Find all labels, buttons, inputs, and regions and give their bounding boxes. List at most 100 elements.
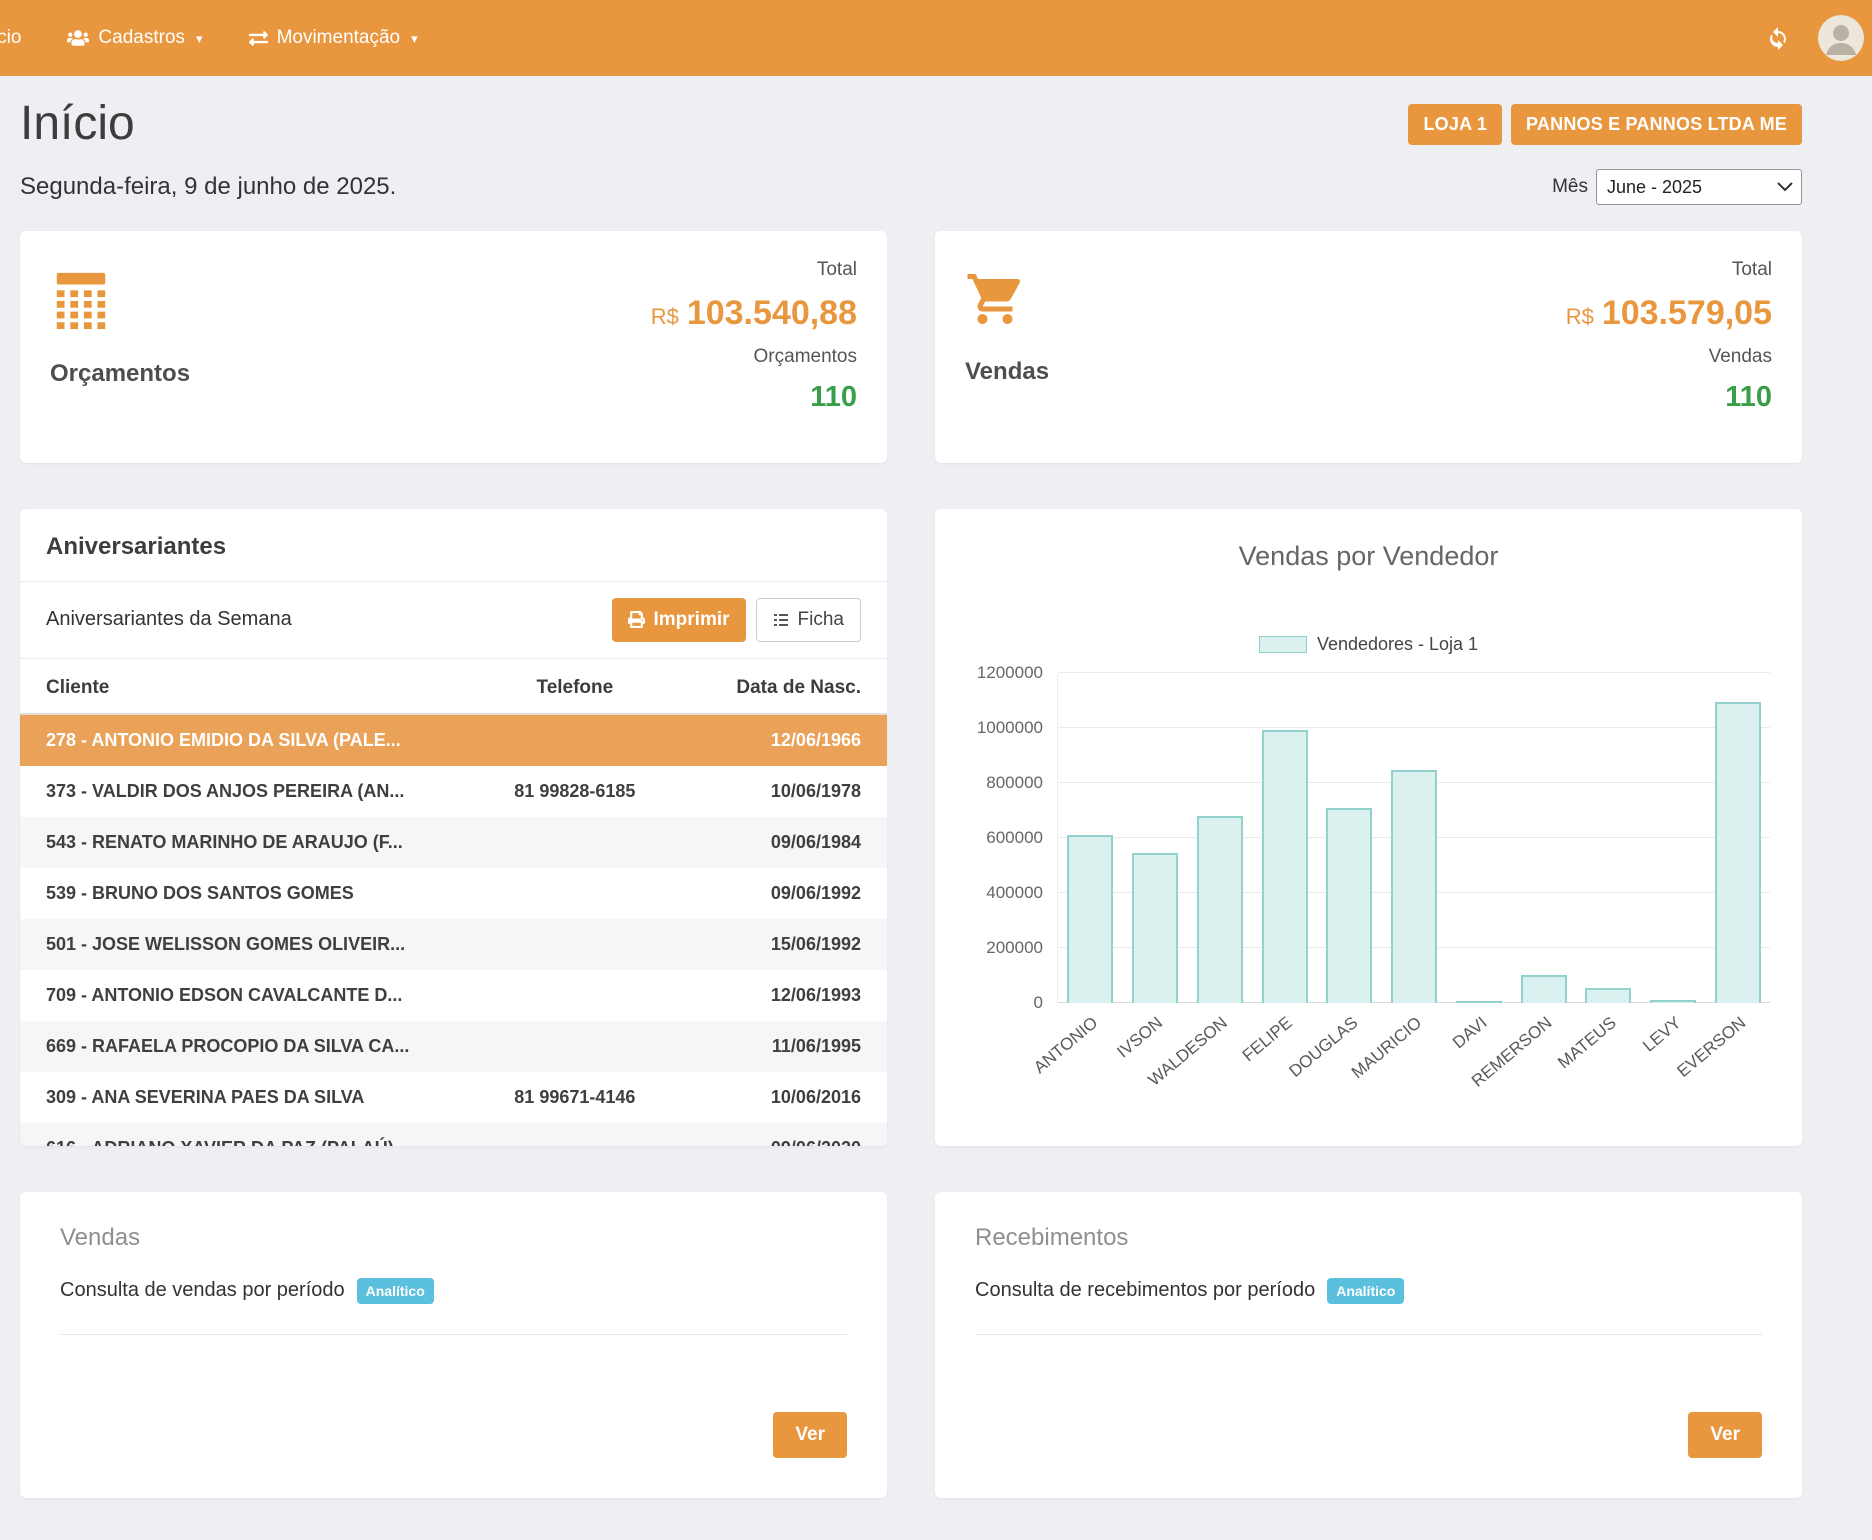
table-row[interactable]: 543 - RENATO MARINHO DE ARAUJO (F... 09/0… xyxy=(20,817,887,868)
view-sales-button[interactable]: Ver xyxy=(773,1412,847,1458)
birth-date-cell[interactable]: 09/06/1992 xyxy=(679,868,887,919)
nav-items: Início Cadastros ▾ Movimentação ▾ xyxy=(0,27,418,49)
calculator-icon xyxy=(50,269,190,336)
phone-cell[interactable] xyxy=(471,817,679,868)
caret-down-icon: ▾ xyxy=(411,32,418,45)
currency-symbol: R$ xyxy=(1566,304,1594,330)
bar-column-antonio xyxy=(1058,673,1123,1003)
phone-cell[interactable]: 81 99828-6185 xyxy=(471,766,679,817)
month-picker: Mês June - 2025 xyxy=(1552,169,1802,205)
budgets-total: R$ 103.540,88 xyxy=(651,294,857,333)
y-axis-tick: 400000 xyxy=(986,883,1043,903)
page-title: Início xyxy=(20,98,135,151)
client-cell[interactable]: 669 - RAFAELA PROCOPIO DA SILVA CA... xyxy=(20,1021,471,1072)
client-cell[interactable]: 501 - JOSE WELISSON GOMES OLIVEIR... xyxy=(20,919,471,970)
table-row[interactable]: 709 - ANTONIO EDSON CAVALCANTE D... 12/06… xyxy=(20,970,887,1021)
birth-date-cell[interactable]: 15/06/1992 xyxy=(679,919,887,970)
month-select-wrap: June - 2025 xyxy=(1596,169,1802,205)
print-button[interactable]: Imprimir xyxy=(612,598,746,642)
table-row[interactable]: 278 - ANTONIO EMIDIO DA SILVA (PALE... 12… xyxy=(20,714,887,766)
bar-column-waldeson xyxy=(1187,673,1252,1003)
birth-date-cell[interactable]: 12/06/1993 xyxy=(679,970,887,1021)
ficha-button[interactable]: Ficha xyxy=(756,598,861,642)
nav-item-label: Movimentação xyxy=(277,27,401,49)
budgets-title: Orçamentos xyxy=(50,360,190,388)
column-header-birth-date: Data de Nasc. xyxy=(679,659,887,714)
x-axis-label: LEVY xyxy=(1639,1013,1685,1056)
exchange-icon xyxy=(249,29,268,48)
birthdays-table: Cliente Telefone Data de Nasc. 278 - ANT… xyxy=(20,659,887,1146)
nav-item-inicio[interactable]: Início xyxy=(0,27,21,49)
birth-date-cell[interactable]: 09/06/1984 xyxy=(679,817,887,868)
bar xyxy=(1391,770,1437,1003)
bar xyxy=(1585,988,1631,1003)
phone-cell[interactable] xyxy=(471,970,679,1021)
company-button[interactable]: PANNOS E PANNOS LTDA ME xyxy=(1511,104,1802,145)
column-header-phone: Telefone xyxy=(471,659,679,714)
bar-column-douglas xyxy=(1317,673,1382,1003)
birthdays-title: Aniversariantes xyxy=(46,533,226,560)
bar xyxy=(1521,975,1567,1003)
birth-date-cell[interactable]: 10/06/1978 xyxy=(679,766,887,817)
table-row[interactable]: 616 - ADRIANO XAVIER DA PAZ (PALAÚ) 09/06… xyxy=(20,1123,887,1146)
birthdays-header: Aniversariantes xyxy=(20,509,887,582)
avatar[interactable] xyxy=(1818,15,1864,61)
view-receipts-button[interactable]: Ver xyxy=(1688,1412,1762,1458)
y-axis-tick: 0 xyxy=(1034,993,1043,1013)
birth-date-cell[interactable]: 09/06/2020 xyxy=(679,1123,887,1146)
store-button[interactable]: LOJA 1 xyxy=(1408,104,1502,145)
phone-cell[interactable] xyxy=(471,868,679,919)
sales-summary-card: Vendas Total R$ 103.579,05 Vendas 110 xyxy=(935,231,1802,463)
table-row[interactable]: 501 - JOSE WELISSON GOMES OLIVEIR... 15/0… xyxy=(20,919,887,970)
phone-cell[interactable] xyxy=(471,919,679,970)
birth-date-cell[interactable]: 12/06/1966 xyxy=(679,714,887,766)
receipts-report-description-row: Consulta de recebimentos por período Ana… xyxy=(975,1278,1762,1304)
client-cell[interactable]: 616 - ADRIANO XAVIER DA PAZ (PALAÚ) xyxy=(20,1123,471,1146)
printer-icon xyxy=(628,611,645,628)
table-row[interactable]: 373 - VALDIR DOS ANJOS PEREIRA (AN...81 … xyxy=(20,766,887,817)
client-cell[interactable]: 309 - ANA SEVERINA PAES DA SILVA xyxy=(20,1072,471,1123)
month-select[interactable]: June - 2025 xyxy=(1596,169,1802,205)
client-cell[interactable]: 373 - VALDIR DOS ANJOS PEREIRA (AN... xyxy=(20,766,471,817)
client-cell[interactable]: 539 - BRUNO DOS SANTOS GOMES xyxy=(20,868,471,919)
birthdays-card: Aniversariantes Aniversariantes da Seman… xyxy=(20,509,887,1146)
x-axis-label-cell: EVERSON xyxy=(1705,1003,1770,1115)
sales-report-description-row: Consulta de vendas por período Analítico xyxy=(60,1278,847,1304)
table-row[interactable]: 669 - RAFAELA PROCOPIO DA SILVA CA... 11/… xyxy=(20,1021,887,1072)
column-header-client: Cliente xyxy=(20,659,471,714)
bar xyxy=(1262,730,1308,1003)
table-row[interactable]: 309 - ANA SEVERINA PAES DA SILVA81 99671… xyxy=(20,1072,887,1123)
sales-report-description: Consulta de vendas por período xyxy=(60,1279,345,1302)
x-axis-label: IVSON xyxy=(1114,1013,1167,1062)
birthdays-subtitle: Aniversariantes da Semana xyxy=(46,608,292,631)
bar-column-felipe xyxy=(1252,673,1317,1003)
month-label: Mês xyxy=(1552,176,1588,198)
legend-label: Vendedores - Loja 1 xyxy=(1317,634,1478,655)
client-cell[interactable]: 278 - ANTONIO EMIDIO DA SILVA (PALE... xyxy=(20,714,471,766)
dashboard-grid: Orçamentos Total R$ 103.540,88 Orçamento… xyxy=(20,231,1802,1498)
client-cell[interactable]: 709 - ANTONIO EDSON CAVALCANTE D... xyxy=(20,970,471,1021)
phone-cell[interactable] xyxy=(471,714,679,766)
birth-date-cell[interactable]: 11/06/1995 xyxy=(679,1021,887,1072)
phone-cell[interactable]: 81 99671-4146 xyxy=(471,1072,679,1123)
budgets-summary-card: Orçamentos Total R$ 103.540,88 Orçamento… xyxy=(20,231,887,463)
chart-xaxis-labels: ANTONIOIVSONWALDESONFELIPEDOUGLASMAURICI… xyxy=(1057,1003,1770,1115)
analytic-badge: Analítico xyxy=(1327,1278,1404,1304)
ficha-button-label: Ficha xyxy=(798,609,844,631)
sales-values: Total R$ 103.579,05 Vendas 110 xyxy=(1566,259,1772,435)
nav-item-movimentacao[interactable]: Movimentação ▾ xyxy=(249,27,418,49)
birth-date-cell[interactable]: 10/06/2016 xyxy=(679,1072,887,1123)
top-navbar: Início Cadastros ▾ Movimentação ▾ xyxy=(0,0,1872,76)
y-axis-tick: 1200000 xyxy=(977,663,1043,683)
chart-area: 020000040000060000080000010000001200000 xyxy=(961,673,1776,1003)
refresh-icon[interactable] xyxy=(1766,26,1790,50)
client-cell[interactable]: 543 - RENATO MARINHO DE ARAUJO (F... xyxy=(20,817,471,868)
analytic-badge: Analítico xyxy=(357,1278,434,1304)
phone-cell[interactable] xyxy=(471,1021,679,1072)
sales-by-seller-card: Vendas por Vendedor Vendedores - Loja 1 … xyxy=(935,509,1802,1146)
nav-item-cadastros[interactable]: Cadastros ▾ xyxy=(67,27,202,49)
table-row[interactable]: 539 - BRUNO DOS SANTOS GOMES 09/06/1992 xyxy=(20,868,887,919)
header-buttons: LOJA 1 PANNOS E PANNOS LTDA ME xyxy=(1408,104,1802,145)
phone-cell[interactable] xyxy=(471,1123,679,1146)
page-content: Início LOJA 1 PANNOS E PANNOS LTDA ME Se… xyxy=(0,76,1872,1526)
